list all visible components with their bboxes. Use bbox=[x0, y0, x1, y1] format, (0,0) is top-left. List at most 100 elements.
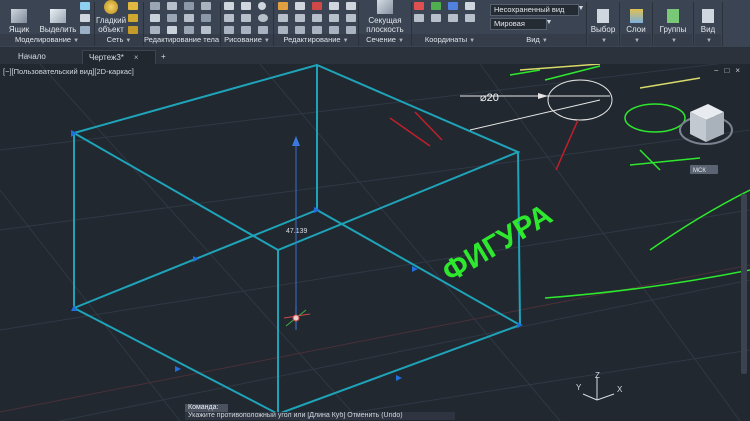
extract-edges-icon[interactable] bbox=[150, 26, 160, 34]
modify-tools bbox=[278, 2, 359, 35]
rectangle-icon[interactable] bbox=[241, 14, 251, 22]
layers-panel-caret[interactable]: ▼ bbox=[621, 34, 651, 46]
copy-icon[interactable] bbox=[346, 2, 356, 10]
scale-icon[interactable] bbox=[312, 14, 322, 22]
stretch-icon[interactable] bbox=[278, 26, 288, 34]
ucs-icon[interactable] bbox=[414, 2, 424, 10]
chevron-down-icon[interactable]: ▼ bbox=[576, 4, 586, 14]
fillet-icon[interactable] bbox=[295, 14, 305, 22]
interfere-icon[interactable] bbox=[184, 14, 194, 22]
panel-mesh-label[interactable]: Сеть ▼ bbox=[95, 34, 143, 46]
x-axis-line bbox=[0, 264, 750, 413]
panel-modeling-label[interactable]: Моделирование ▼ bbox=[0, 34, 94, 46]
red-dimension[interactable] bbox=[389, 111, 579, 171]
groups-button[interactable]: Группы bbox=[654, 0, 692, 34]
dimension-input-value[interactable]: 47.139 bbox=[286, 228, 308, 235]
divider bbox=[586, 2, 587, 46]
rotate-icon[interactable] bbox=[295, 2, 305, 10]
ellipse-icon[interactable] bbox=[258, 14, 268, 22]
tab-start[interactable]: Начало bbox=[12, 50, 52, 64]
visual-style-combo[interactable]: Несохраненный вид bbox=[490, 4, 579, 16]
chevron-down-icon: ▼ bbox=[671, 38, 677, 44]
slice-icon[interactable] bbox=[150, 14, 160, 22]
tab-drawing[interactable]: Чертеж3* × bbox=[82, 50, 156, 65]
panel-solid-editing-label[interactable]: Редактирование тела▼ bbox=[144, 34, 220, 46]
select-button[interactable]: Выбор bbox=[588, 0, 618, 34]
viewcube-wcs-label[interactable]: МСК bbox=[693, 168, 706, 174]
extrude-tool-icon[interactable] bbox=[80, 26, 90, 34]
subtract-icon[interactable] bbox=[167, 2, 177, 10]
circle-icon[interactable] bbox=[258, 2, 266, 10]
trim-icon[interactable] bbox=[312, 2, 322, 10]
mirror-icon[interactable] bbox=[278, 14, 288, 22]
panel-view-label[interactable]: Вид ▼ bbox=[488, 34, 586, 46]
hatch-icon[interactable] bbox=[258, 26, 268, 34]
line-icon[interactable] bbox=[224, 2, 234, 10]
green-geometry[interactable] bbox=[509, 65, 750, 299]
command-input[interactable]: Укажите противоположный угол или [Длина … bbox=[185, 412, 455, 420]
ucs-x-icon[interactable] bbox=[414, 14, 424, 22]
break-icon[interactable] bbox=[346, 26, 356, 34]
polygon-icon[interactable] bbox=[224, 26, 234, 34]
groups-panel-caret[interactable]: ▼ bbox=[654, 34, 692, 46]
array-icon[interactable] bbox=[329, 14, 339, 22]
chevron-down-icon[interactable]: ▼ bbox=[544, 18, 554, 28]
ucs-object-icon[interactable] bbox=[465, 2, 475, 10]
command-line[interactable]: Команда: Укажите противоположный угол ил… bbox=[185, 404, 455, 421]
layers-button[interactable]: Слои bbox=[621, 0, 651, 34]
mesh-small-tools bbox=[128, 2, 141, 35]
arc-icon[interactable] bbox=[224, 14, 234, 22]
fillet-edge-icon[interactable] bbox=[201, 2, 211, 10]
navigation-bar[interactable] bbox=[741, 194, 747, 374]
select-panel-caret[interactable]: ▼ bbox=[588, 34, 618, 46]
smooth-object-button[interactable]: Гладкий объект bbox=[96, 0, 126, 34]
shell-icon[interactable] bbox=[201, 14, 211, 22]
ucs-combo[interactable]: Мировая bbox=[490, 18, 547, 30]
ucs-view-icon[interactable] bbox=[448, 2, 458, 10]
viewport-window-buttons[interactable]: −□× bbox=[714, 66, 746, 75]
join-icon[interactable] bbox=[329, 26, 339, 34]
ucs-y-icon[interactable] bbox=[431, 14, 441, 22]
separate-icon[interactable] bbox=[184, 26, 194, 34]
mesh-refine-icon[interactable] bbox=[128, 26, 138, 34]
arrow-up-icon[interactable] bbox=[292, 136, 300, 146]
viewport-controls-label[interactable]: [−][Пользовательский вид][2D-каркас] bbox=[3, 67, 134, 76]
close-icon[interactable]: × bbox=[134, 53, 139, 62]
ucs-z-icon[interactable] bbox=[448, 14, 458, 22]
cylinder-tool-icon[interactable] bbox=[80, 14, 90, 22]
sphere-tool-icon[interactable] bbox=[80, 2, 90, 10]
panel-section-label[interactable]: Сечение ▼ bbox=[359, 34, 411, 46]
erase-icon[interactable] bbox=[329, 2, 339, 10]
crosshair-cursor bbox=[283, 306, 311, 330]
mesh-smooth-more-icon[interactable] bbox=[128, 2, 138, 10]
align-icon[interactable] bbox=[312, 26, 322, 34]
panel-coordinates-label[interactable]: Координаты ▼ bbox=[412, 34, 488, 46]
panel-draw-label[interactable]: Рисование ▼ bbox=[221, 34, 273, 46]
polyline-icon[interactable] bbox=[241, 2, 251, 10]
view-panel-caret[interactable]: ▼ bbox=[695, 34, 721, 46]
box-wireframe[interactable] bbox=[73, 64, 521, 415]
viewcube[interactable]: МСК bbox=[679, 104, 733, 174]
ucs-origin-icon[interactable] bbox=[431, 2, 441, 10]
thicken-icon[interactable] bbox=[167, 14, 177, 22]
extract-button[interactable]: Выделить bbox=[38, 0, 78, 34]
spline-icon[interactable] bbox=[241, 26, 251, 34]
offset-edge-icon[interactable] bbox=[201, 26, 211, 34]
offset-icon[interactable] bbox=[295, 26, 305, 34]
box-button[interactable]: Ящик bbox=[2, 0, 36, 34]
move-icon[interactable] bbox=[278, 2, 288, 10]
drawing-canvas[interactable]: 47.139 ⌀20 ФИГУРА МСК Z Y X bbox=[0, 64, 750, 421]
imprint-icon[interactable] bbox=[167, 26, 177, 34]
add-tab-button[interactable]: + bbox=[158, 50, 169, 64]
circle-object[interactable] bbox=[547, 79, 613, 121]
view-icon bbox=[702, 9, 714, 23]
ucs-3point-icon[interactable] bbox=[465, 14, 475, 22]
explode-icon[interactable] bbox=[346, 14, 356, 22]
mesh-smooth-less-icon[interactable] bbox=[128, 14, 138, 22]
intersect-icon[interactable] bbox=[184, 2, 194, 10]
view-button[interactable]: Вид bbox=[695, 0, 721, 34]
drawing-viewport[interactable]: 47.139 ⌀20 ФИГУРА МСК Z Y X [−][Пользова… bbox=[0, 64, 750, 421]
union-icon[interactable] bbox=[150, 2, 160, 10]
panel-modify-label[interactable]: Редактирование ▼ bbox=[274, 34, 358, 46]
section-plane-button[interactable]: Секущая плоскость bbox=[362, 0, 408, 34]
